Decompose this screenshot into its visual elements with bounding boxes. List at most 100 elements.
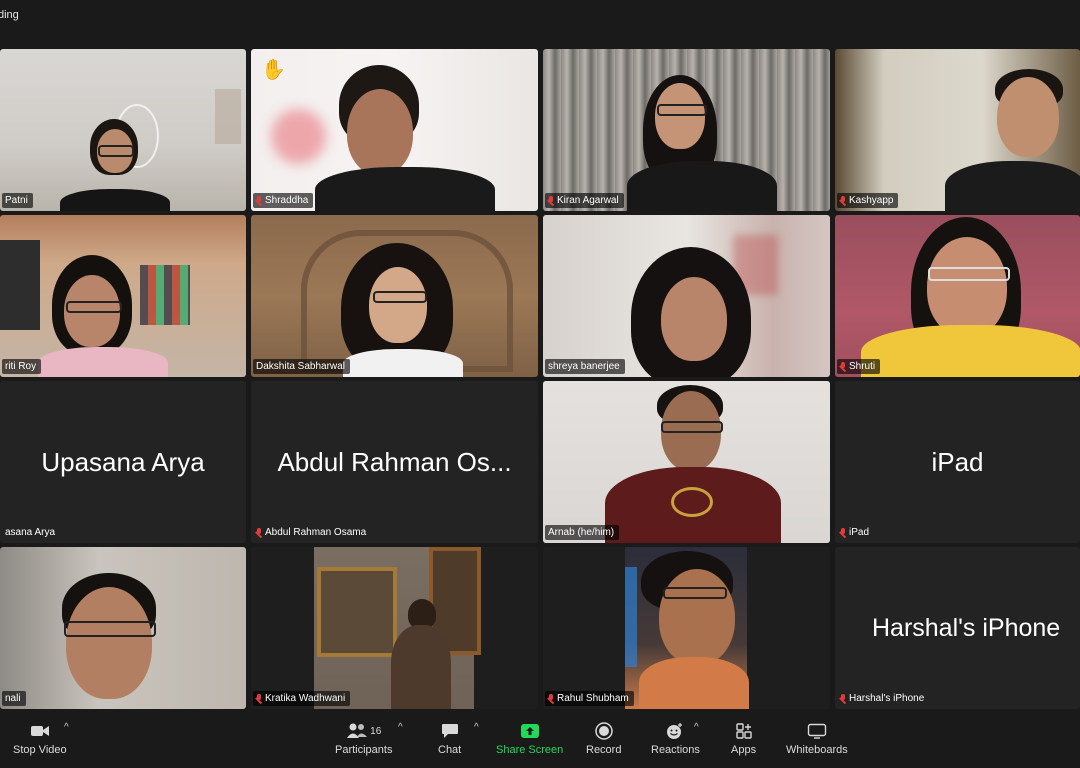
participant-video [835,49,1080,211]
participant-video [835,215,1080,377]
muted-mic-icon [840,196,846,205]
apps-button[interactable]: Apps [731,722,756,756]
participant-video [251,49,538,211]
emoji-reaction-icon [665,722,685,740]
muted-mic-icon [548,694,554,703]
participant-name: nali [5,693,21,704]
participant-tile-upasana-arya[interactable]: Upasana Arya asana Arya [0,381,246,543]
record-icon [594,722,614,740]
muted-mic-icon [840,362,846,371]
participant-name-tag: shreya banerjee [545,359,625,374]
muted-mic-icon [256,196,262,205]
stop-video-button[interactable]: Stop Video [13,722,67,756]
participant-video [543,215,830,377]
participant-name-tag: riti Roy [2,359,42,374]
muted-mic-icon [840,528,846,537]
participants-icon: 16 [344,722,384,740]
record-label: Record [586,744,622,756]
participant-name-tag: Kiran Agarwal [545,193,624,208]
participant-name-tag: Shruti [837,359,881,374]
gallery-view: Patni ✋ Shraddha Kiran Agarwal Kashyapp [0,46,1080,714]
muted-mic-icon [840,694,846,703]
participant-name-tag: iPad [837,525,874,540]
participant-video [543,547,830,709]
participants-options-caret[interactable]: ^ [398,722,403,733]
participant-name: Arnab (he/him) [548,527,615,538]
recording-label: ding [0,9,19,21]
apps-icon [734,722,754,740]
participant-video [0,547,246,709]
participant-tile-nali[interactable]: nali [0,547,246,709]
participant-name: Kashyapp [849,195,894,206]
participant-tile-patni[interactable]: Patni [0,49,246,211]
participant-display-name: Upasana Arya [41,446,205,477]
participant-name: Rahul Shubham [557,693,629,704]
share-screen-label: Share Screen [496,744,564,756]
record-button[interactable]: Record [586,722,621,756]
participant-tile-kiran-agarwal[interactable]: Kiran Agarwal [543,49,830,211]
participant-name: iPad [849,527,870,538]
participant-tile-abdul-rahman-osama[interactable]: Abdul Rahman Os... Abdul Rahman Osama [251,381,538,543]
participant-tile-kratika-wadhwani[interactable]: Kratika Wadhwani [251,547,538,709]
share-screen-icon [520,722,540,740]
participant-display-name: iPad [931,446,984,477]
participant-video [0,215,246,377]
chat-options-caret[interactable]: ^ [474,722,479,733]
participant-tile-dakshita-sabharwal[interactable]: Dakshita Sabharwal [251,215,538,377]
chat-button[interactable]: Chat [438,722,461,756]
participant-tile-shraddha[interactable]: ✋ Shraddha [251,49,538,211]
participant-name: Shraddha [265,195,309,206]
reactions-label: Reactions [651,744,700,756]
participant-tile-shreya-banerjee[interactable]: shreya banerjee [543,215,830,377]
participant-display-name: Harshal's iPhone [872,613,1061,642]
participant-name: Kiran Agarwal [557,195,619,206]
participant-name-tag: Shraddha [253,193,314,208]
muted-mic-icon [256,528,262,537]
participant-name-tag: nali [2,691,26,706]
participant-name: Dakshita Sabharwal [256,361,345,372]
participant-name-tag: Kratika Wadhwani [253,691,351,706]
participant-name-tag: asana Arya [2,525,60,540]
participant-name-tag: Dakshita Sabharwal [253,359,350,374]
whiteboards-label: Whiteboards [786,744,848,756]
participant-name: Kratika Wadhwani [265,693,346,704]
participant-tile-harshal-iphone[interactable]: Harshal's iPhone Harshal's iPhone [835,547,1080,709]
share-screen-button[interactable]: Share Screen [496,722,563,756]
participant-name: asana Arya [5,527,56,538]
participants-label: Participants [335,744,393,756]
video-camera-icon [30,722,50,740]
participant-video [251,547,538,709]
participants-button[interactable]: 16 Participants [335,722,392,756]
participant-video [543,49,830,211]
participant-name-tag: Harshal's iPhone [837,691,929,706]
whiteboard-icon [807,722,827,740]
participant-tile-kashyapp[interactable]: Kashyapp [835,49,1080,211]
video-options-caret[interactable]: ^ [64,722,69,733]
participant-tile-ipad[interactable]: iPad iPad [835,381,1080,543]
participant-name: Abdul Rahman Osama [265,527,367,538]
participant-name-tag: Rahul Shubham [545,691,634,706]
participant-tile-rahul-shubham[interactable]: Rahul Shubham [543,547,830,709]
chat-label: Chat [438,744,462,756]
participant-name: Shruti [849,361,876,372]
participant-name-tag: Abdul Rahman Osama [253,525,371,540]
chat-bubble-icon [440,722,460,740]
stop-video-label: Stop Video [13,744,67,756]
participant-tile-arnab[interactable]: Arnab (he/him) [543,381,830,543]
participant-name: riti Roy [5,361,37,372]
participant-display-name: Abdul Rahman Os... [277,446,512,477]
reactions-button[interactable]: Reactions [651,722,700,756]
participant-video [0,49,246,211]
participant-tile-shruti[interactable]: Shruti [835,215,1080,377]
participant-name: Harshal's iPhone [849,693,925,704]
participant-video [543,381,830,543]
participant-video [251,215,538,377]
participant-tile-riti-roy[interactable]: riti Roy [0,215,246,377]
whiteboards-button[interactable]: Whiteboards [786,722,848,756]
participant-name-tag: Patni [2,193,33,208]
meeting-toolbar: Stop Video ^ 16 Participants ^ Chat ^ Sh… [0,714,1080,768]
participant-name: Patni [5,195,28,206]
reactions-options-caret[interactable]: ^ [694,722,699,733]
meeting-topbar: ding [0,0,1080,46]
raised-hand-icon: ✋ [261,59,286,81]
